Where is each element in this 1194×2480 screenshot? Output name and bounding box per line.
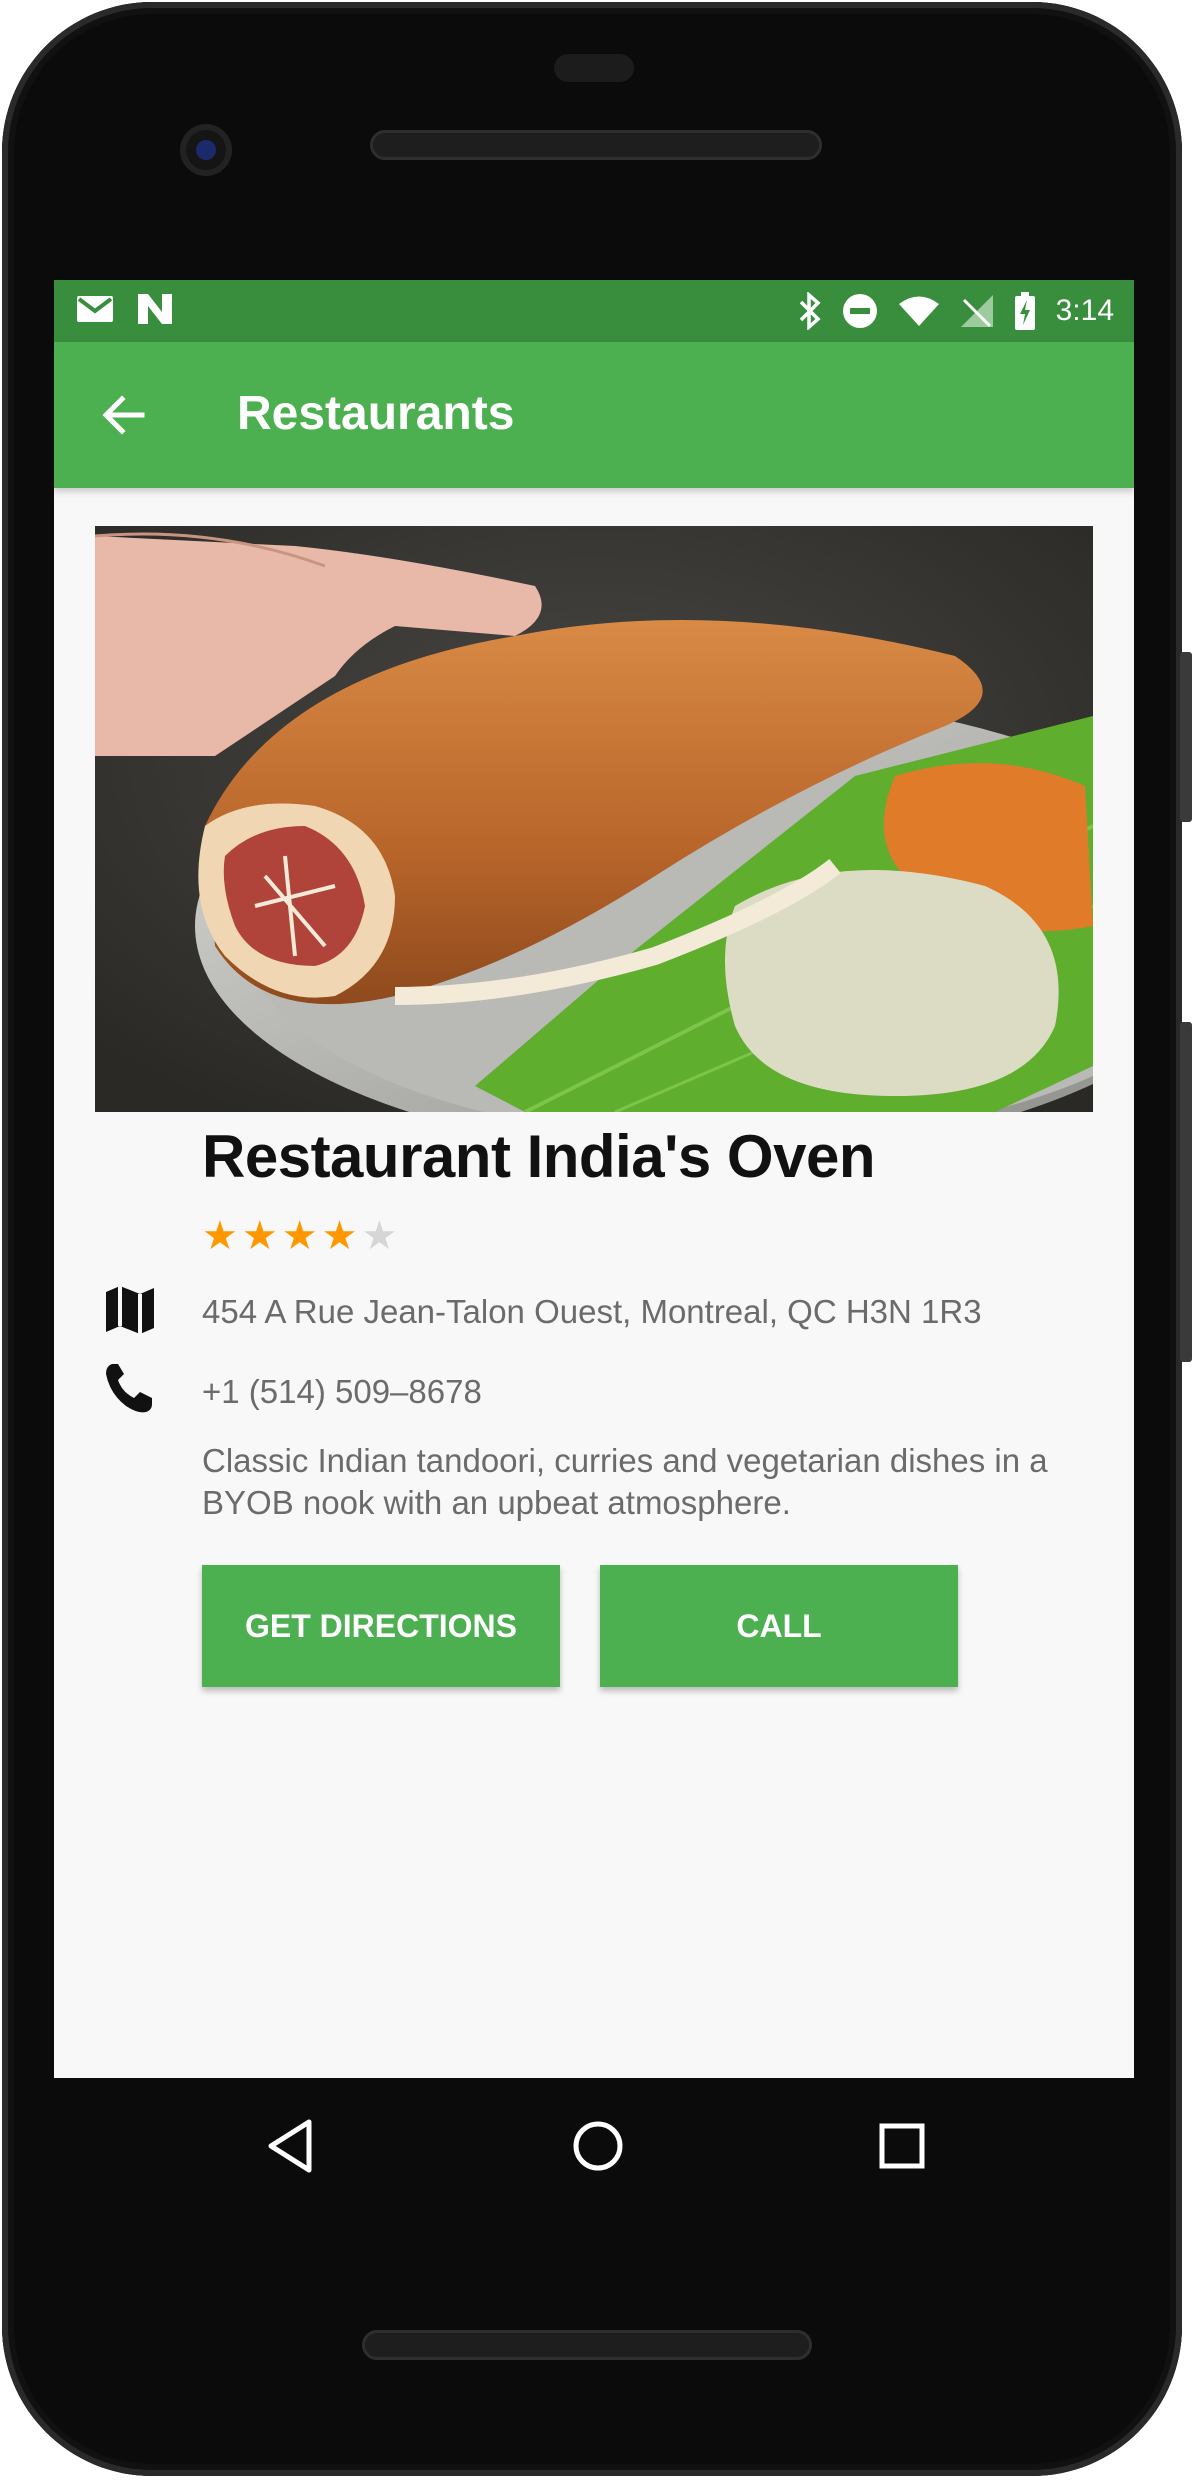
get-directions-button[interactable]: GET DIRECTIONS [202, 1565, 560, 1687]
screen: 3:14 Restaurants Restaurant India's Oven… [54, 280, 1134, 2078]
star-filled-icon: ★ [202, 1214, 238, 1258]
phone-icon [106, 1364, 152, 1413]
do-not-disturb-icon [842, 294, 877, 328]
restaurant-photo [95, 526, 1093, 1112]
restaurant-name: Restaurant India's Oven [202, 1123, 875, 1190]
bluetooth-icon [799, 292, 821, 330]
masala-dosa-image [95, 526, 1093, 1112]
rating-stars: ★ ★ ★ ★ ★ [202, 1216, 397, 1256]
star-filled-icon: ★ [281, 1214, 318, 1258]
battery-charging-icon [1014, 292, 1035, 330]
call-button[interactable]: CALL [600, 1565, 958, 1687]
star-filled-icon: ★ [241, 1214, 278, 1258]
app-bar-title: Restaurants [237, 387, 515, 440]
earpiece-speaker [370, 130, 822, 160]
front-camera [180, 124, 232, 176]
arrow-back-icon [102, 395, 145, 435]
status-notifications [76, 292, 174, 326]
back-button[interactable] [96, 387, 152, 443]
nav-back-button[interactable] [257, 2110, 329, 2182]
volume-button [1180, 1022, 1192, 1362]
n-notification-icon [138, 294, 172, 324]
sensor [554, 54, 634, 82]
restaurant-description: Classic Indian tandoori, curries and veg… [202, 1442, 1048, 1521]
phone-frame: 3:14 Restaurants Restaurant India's Oven… [2, 2, 1192, 2476]
wifi-icon [898, 296, 939, 326]
status-system-icons: 3:14 [798, 290, 1114, 332]
restaurant-address[interactable]: 454 A Rue Jean-Talon Ouest, Montreal, QC… [202, 1293, 982, 1331]
star-empty-icon: ★ [361, 1214, 398, 1258]
map-icon [106, 1286, 154, 1334]
no-signal-icon [960, 295, 993, 328]
app-bar: Restaurants [54, 342, 1134, 488]
bottom-speaker [362, 2330, 812, 2360]
gmail-icon [77, 296, 113, 322]
status-bar: 3:14 [54, 280, 1134, 342]
restaurant-phone[interactable]: +1 (514) 509–8678 [202, 1373, 482, 1411]
nav-home-button[interactable] [562, 2110, 634, 2182]
nav-recents-button[interactable] [868, 2112, 936, 2180]
status-time: 3:14 [1055, 294, 1114, 327]
star-filled-icon: ★ [321, 1214, 358, 1258]
power-button [1180, 652, 1192, 822]
